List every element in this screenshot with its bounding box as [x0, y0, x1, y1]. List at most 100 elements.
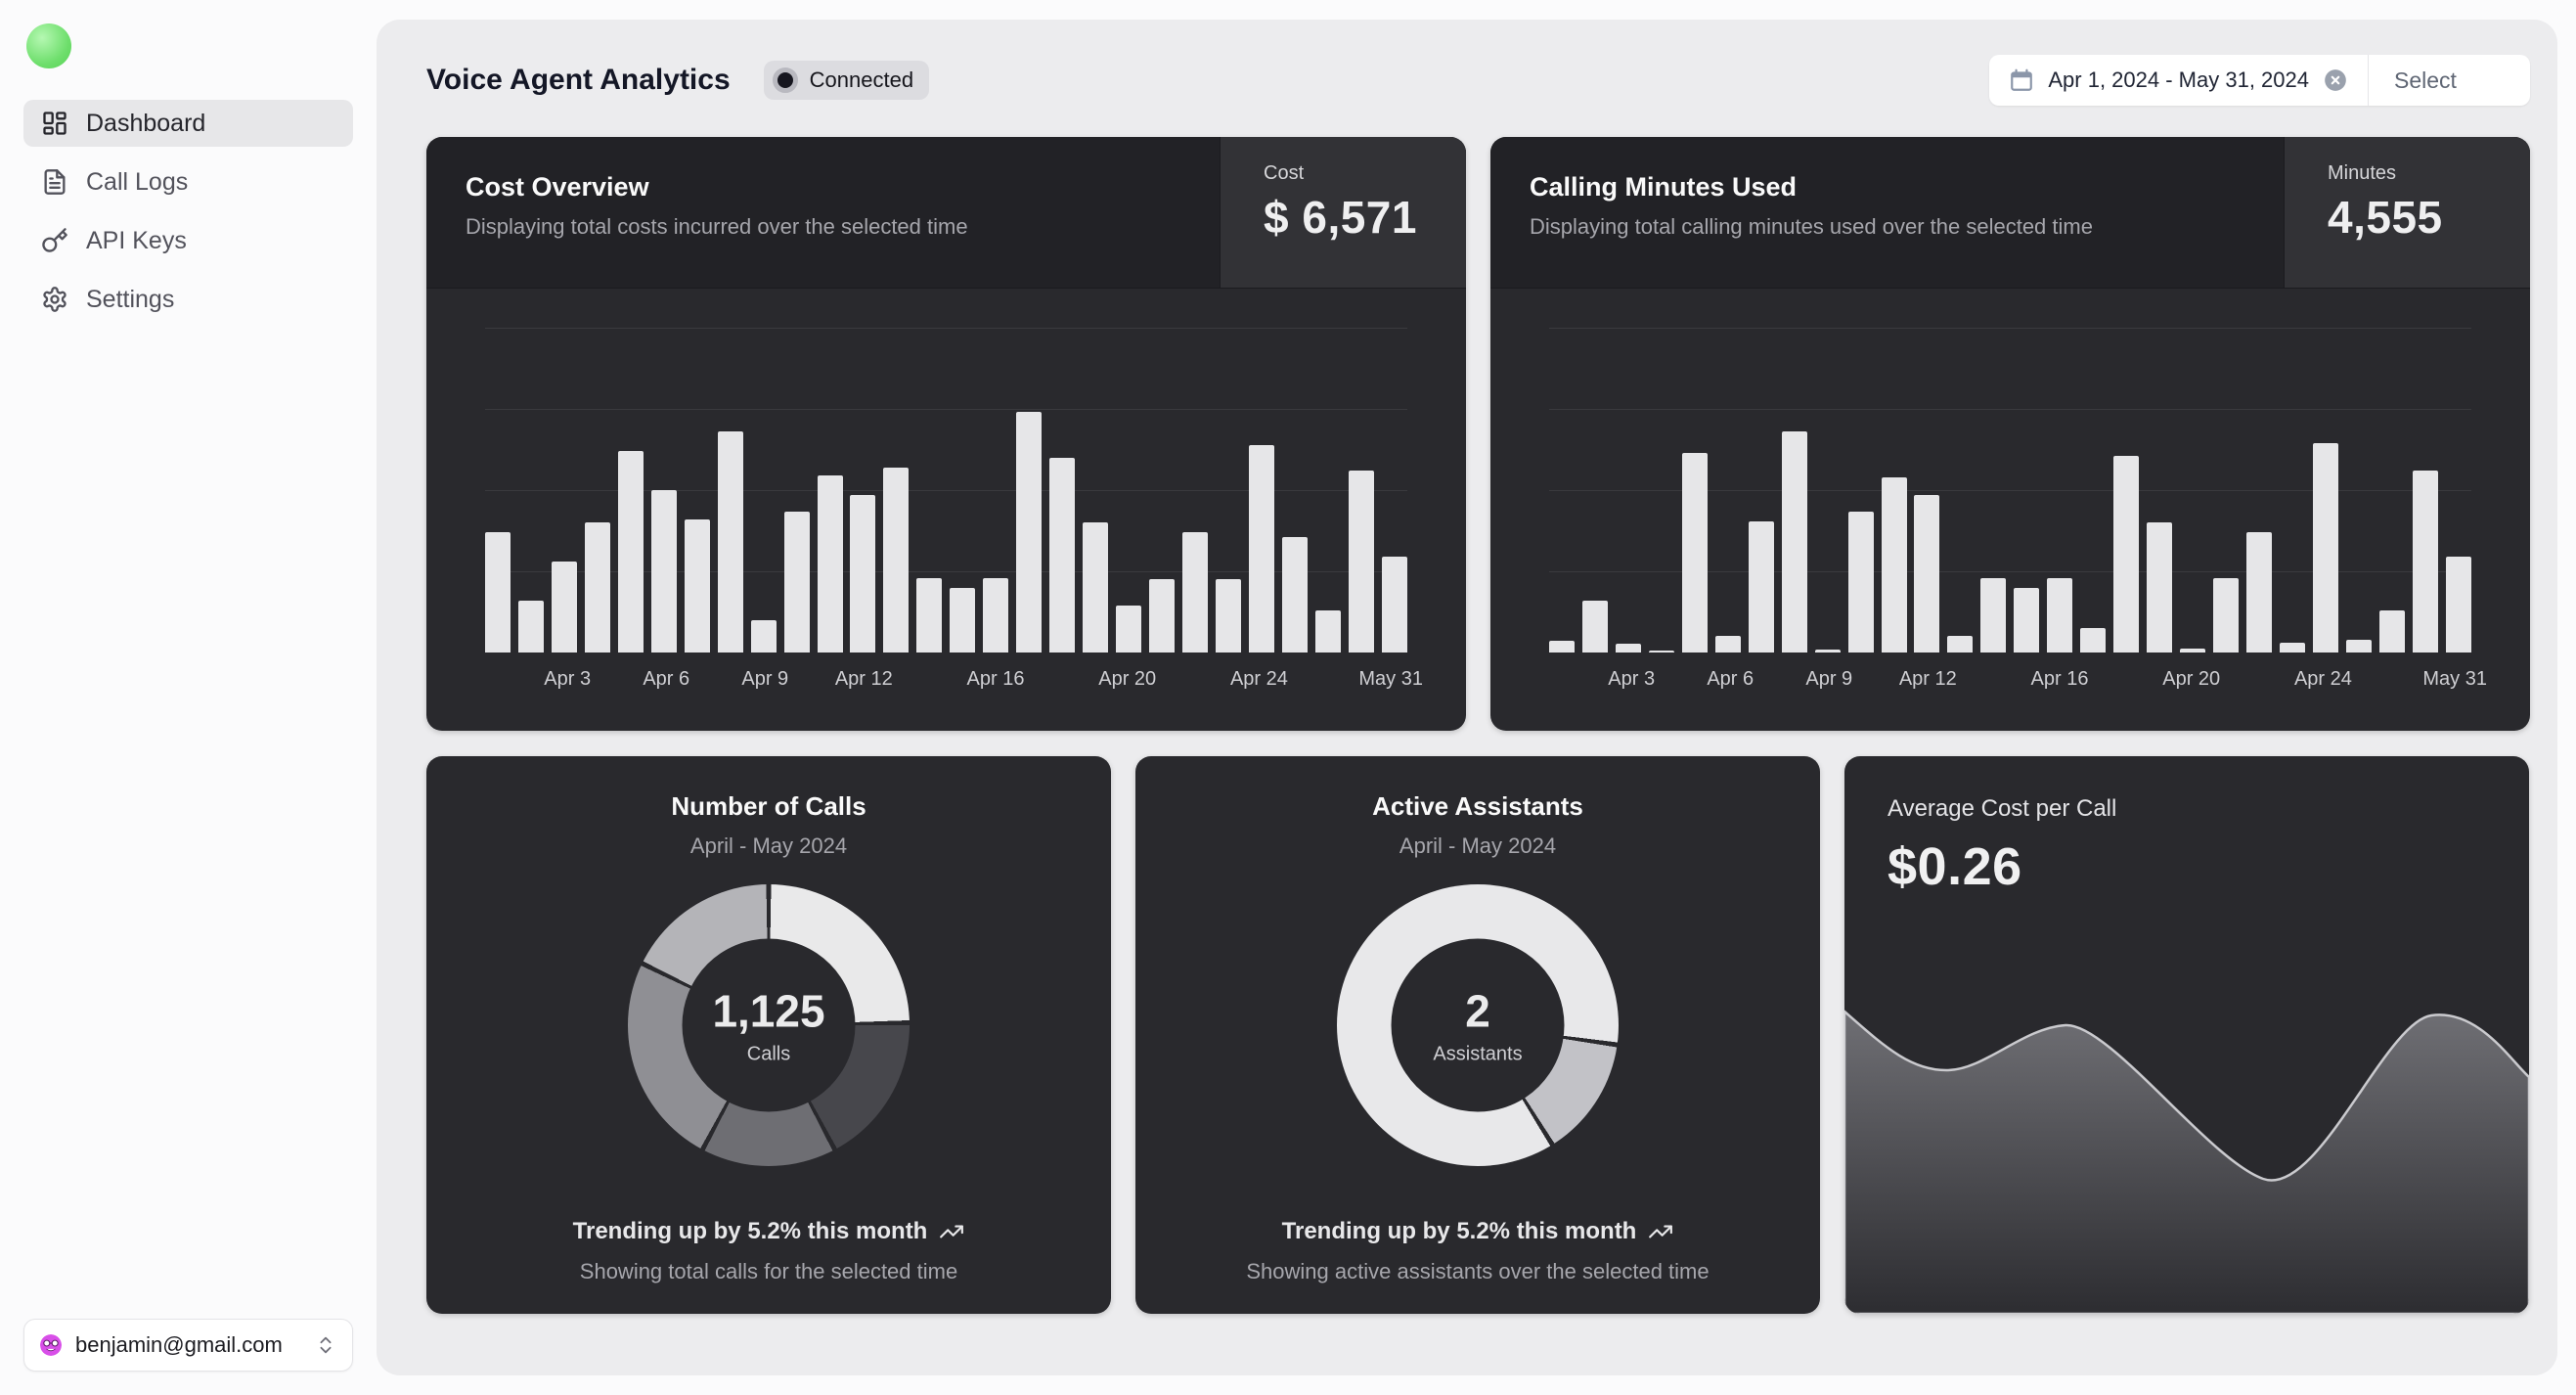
sidebar: Dashboard Call Logs API Keys Settings be…	[0, 0, 377, 1395]
bar	[883, 468, 909, 652]
bar	[1083, 522, 1108, 652]
bar	[2313, 443, 2338, 652]
bar	[1582, 601, 1608, 652]
minutes-bars	[1549, 328, 2471, 652]
donut-center-value: 2	[1465, 985, 1490, 1038]
date-range-value: Apr 1, 2024 - May 31, 2024	[2048, 68, 2309, 93]
bar	[2446, 557, 2471, 652]
bar	[2280, 643, 2305, 652]
x-axis-tick-label: Apr 3	[1608, 668, 1655, 691]
minutes-x-axis: Apr 3Apr 6Apr 9Apr 12Apr 16Apr 20Apr 24M…	[1549, 652, 2471, 713]
bar	[1116, 606, 1141, 652]
bar	[1882, 477, 1907, 652]
bar	[1216, 579, 1241, 652]
bar	[1947, 636, 1973, 652]
bar	[784, 512, 810, 652]
sidebar-item-settings[interactable]: Settings	[23, 276, 353, 323]
bar	[1315, 610, 1341, 652]
donut-center-label: Calls	[747, 1044, 790, 1066]
trending-up-icon	[939, 1219, 964, 1244]
x-axis-tick-label: May 31	[2422, 668, 2487, 691]
clear-date-icon[interactable]	[2323, 68, 2348, 93]
sidebar-item-dashboard[interactable]: Dashboard	[23, 100, 353, 147]
x-axis-tick-label: Apr 6	[1707, 668, 1754, 691]
page-title: Voice Agent Analytics	[426, 64, 731, 97]
bar	[1549, 641, 1575, 652]
top-cards-row: Cost Overview Displaying total costs inc…	[426, 137, 2530, 731]
x-axis-tick-label: Apr 12	[835, 668, 893, 691]
card-period: April - May 2024	[1399, 833, 1556, 859]
sidebar-item-label: Call Logs	[86, 168, 188, 197]
bar	[618, 451, 644, 652]
trend-text: Trending up by 5.2% this month	[573, 1218, 928, 1245]
bar	[1016, 412, 1042, 652]
main-panel: Voice Agent Analytics Connected Apr 1, 2…	[377, 20, 2557, 1375]
bar	[651, 490, 677, 652]
bar	[1182, 532, 1208, 652]
bar	[2413, 471, 2438, 652]
card-subtitle: Displaying total costs incurred over the…	[466, 214, 1180, 240]
card-period: April - May 2024	[690, 833, 847, 859]
card-subtitle: Displaying total calling minutes used ov…	[1530, 214, 2244, 240]
cost-bars	[485, 328, 1407, 652]
bar	[1149, 579, 1175, 652]
stat-value: 4,555	[2328, 191, 2530, 244]
sidebar-item-call-logs[interactable]: Call Logs	[23, 158, 353, 205]
bar	[2113, 456, 2139, 652]
bar	[1782, 431, 1807, 652]
x-axis-tick-label: Apr 20	[2162, 668, 2220, 691]
sidebar-item-label: API Keys	[86, 227, 187, 255]
x-axis-tick-label: Apr 16	[967, 668, 1025, 691]
card-title: Cost Overview	[466, 172, 1180, 202]
trend-text: Trending up by 5.2% this month	[1282, 1218, 1637, 1245]
donut-center-label: Assistants	[1433, 1044, 1522, 1066]
bar	[2346, 640, 2372, 652]
bar	[1848, 512, 1874, 652]
bar	[485, 532, 511, 652]
bar	[1914, 495, 1939, 652]
account-switcher[interactable]: benjamin@gmail.com	[23, 1319, 353, 1372]
trending-up-icon	[1648, 1219, 1673, 1244]
bar	[2047, 578, 2072, 652]
calendar-icon	[2009, 68, 2034, 93]
calls-donut-chart: 1,125 Calls	[628, 884, 910, 1166]
chevrons-up-down-icon	[315, 1334, 336, 1356]
bar	[1749, 521, 1774, 652]
app-logo	[26, 23, 71, 68]
average-cost-card: Average Cost per Call $0.26	[1844, 756, 2529, 1314]
number-of-calls-card: Number of Calls April - May 2024 1,125 C…	[426, 756, 1111, 1314]
x-axis-tick-label: Apr 9	[1805, 668, 1852, 691]
card-title: Active Assistants	[1372, 791, 1583, 822]
bar	[950, 588, 975, 652]
cost-x-axis: Apr 3Apr 6Apr 9Apr 12Apr 16Apr 20Apr 24M…	[485, 652, 1407, 713]
x-axis-tick-label: Apr 20	[1098, 668, 1156, 691]
date-range-picker[interactable]: Apr 1, 2024 - May 31, 2024	[1989, 55, 2368, 106]
cost-bar-chart: Apr 3Apr 6Apr 9Apr 12Apr 16Apr 20Apr 24M…	[426, 289, 1466, 731]
cost-overview-card: Cost Overview Displaying total costs inc…	[426, 137, 1466, 731]
bar	[1382, 557, 1407, 652]
bar	[718, 431, 743, 652]
bar	[751, 620, 777, 652]
bar	[1249, 445, 1274, 652]
sidebar-nav: Dashboard Call Logs API Keys Settings	[23, 100, 353, 323]
x-axis-tick-label: Apr 9	[741, 668, 788, 691]
x-axis-tick-label: Apr 6	[643, 668, 689, 691]
select-button[interactable]: Select	[2369, 55, 2530, 106]
bar	[2246, 532, 2272, 652]
bar	[2147, 522, 2172, 652]
sidebar-item-label: Dashboard	[86, 110, 205, 138]
key-icon	[41, 227, 68, 254]
stat-label: Cost	[1264, 162, 1466, 185]
avatar	[40, 1334, 62, 1356]
x-axis-tick-label: Apr 12	[1899, 668, 1957, 691]
account-email: benjamin@gmail.com	[75, 1332, 301, 1358]
dashboard-grid-icon	[41, 110, 68, 137]
file-text-icon	[41, 168, 68, 196]
gear-icon	[41, 286, 68, 313]
x-axis-tick-label: Apr 24	[2294, 668, 2352, 691]
minutes-stat-box: Minutes 4,555	[2284, 137, 2530, 288]
sidebar-item-label: Settings	[86, 286, 174, 314]
status-badge-label: Connected	[810, 68, 913, 93]
sidebar-item-api-keys[interactable]: API Keys	[23, 217, 353, 264]
avg-cost-value: $0.26	[1888, 836, 2486, 897]
